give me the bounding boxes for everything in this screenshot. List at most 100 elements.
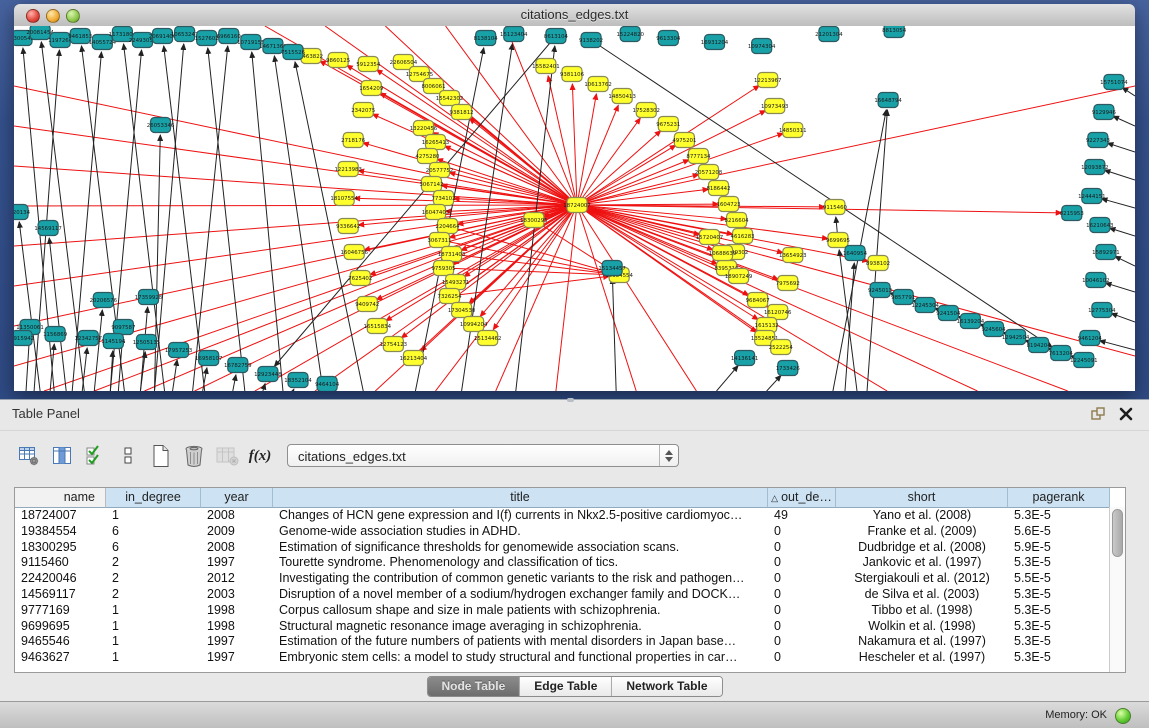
graph-edge[interactable] <box>94 310 102 391</box>
table-cell[interactable]: 0 <box>768 634 836 650</box>
table-cell[interactable]: 5.3E-5 <box>1008 619 1110 635</box>
graph-node[interactable]: 15493271 <box>442 275 469 290</box>
table-cell[interactable]: 9465546 <box>15 634 106 650</box>
table-row[interactable]: 1830029562008Estimation of significance … <box>15 540 1125 556</box>
graph-edge[interactable] <box>464 205 577 277</box>
graph-node[interactable]: 14569117 <box>34 221 61 236</box>
table-selector-dropdown[interactable]: citations_edges.txt <box>287 444 679 467</box>
graph-node[interactable]: 20206576 <box>90 293 118 308</box>
column-header-in_degree[interactable]: in_degree <box>106 488 201 508</box>
select-columns-button[interactable] <box>80 442 110 470</box>
graph-node[interactable]: 7625402 <box>348 271 372 286</box>
graph-node[interactable]: 1733426 <box>776 361 801 376</box>
table-cell[interactable]: 18724007 <box>15 508 106 524</box>
graph-edge[interactable] <box>839 250 857 391</box>
graph-node[interactable]: 21201304 <box>815 27 843 42</box>
table-cell[interactable]: de Silva et al. (2003) <box>836 587 1008 603</box>
table-cell[interactable]: 1 <box>106 603 201 619</box>
graph-node[interactable]: 12775304 <box>1088 303 1116 318</box>
table-cell[interactable]: Disruption of a novel member of a sodium… <box>273 587 768 603</box>
graph-node[interactable]: 14850413 <box>608 89 635 104</box>
graph-node[interactable]: 1640954 <box>843 246 868 261</box>
table-cell[interactable]: 9777169 <box>15 603 106 619</box>
graph-edge[interactable] <box>577 86 1135 205</box>
table-cell[interactable]: Genome-wide association studies in ADHD. <box>273 524 768 540</box>
graph-node[interactable]: 1145194 <box>101 334 126 349</box>
table-cell[interactable]: Hescheler et al. (1997) <box>836 650 1008 666</box>
graph-node[interactable]: 1527602 <box>195 31 219 46</box>
graph-edge[interactable] <box>867 110 887 391</box>
graph-node[interactable]: 9381106 <box>560 67 585 82</box>
graph-node[interactable]: 10994204 <box>460 317 488 332</box>
table-row[interactable]: 911546021997Tourette syndrome. Phenomeno… <box>15 555 1125 571</box>
graph-node[interactable]: 15224820 <box>616 27 644 42</box>
tab-node-table[interactable]: Node Table <box>427 677 520 696</box>
table-cell[interactable]: Estimation of the future numbers of pati… <box>273 634 768 650</box>
graph-edge[interactable] <box>577 94 596 205</box>
graph-node[interactable]: 18352104 <box>284 373 312 388</box>
network-svg[interactable]: 1872400774638229860125591235416542092342… <box>14 26 1135 391</box>
graph-edge[interactable] <box>263 384 265 391</box>
scrollbar-thumb[interactable] <box>1112 509 1123 557</box>
graph-node[interactable]: 14850311 <box>779 123 806 138</box>
graph-edge[interactable] <box>577 174 699 205</box>
table-cell[interactable]: 5.6E-5 <box>1008 524 1110 540</box>
graph-node[interactable]: 16958107 <box>195 351 222 366</box>
graph-node[interactable]: 1604723 <box>717 197 741 212</box>
graph-node[interactable]: 12444151 <box>1078 189 1105 204</box>
table-row[interactable]: 1938455462009Genome-wide association stu… <box>15 524 1125 540</box>
graph-node[interactable]: 2342075 <box>351 103 375 118</box>
graph-node[interactable]: 20577752 <box>426 163 453 178</box>
graph-node[interactable]: 18107554 <box>330 191 358 206</box>
graph-edge[interactable] <box>14 205 577 286</box>
graph-node[interactable]: 9461204 <box>1078 331 1103 346</box>
graph-edge[interactable] <box>496 205 577 391</box>
graph-node[interactable]: 9336642 <box>336 219 360 234</box>
graph-edge[interactable] <box>1102 199 1135 208</box>
table-cell[interactable]: 5.3E-5 <box>1008 603 1110 619</box>
graph-node[interactable]: 16213404 <box>400 351 428 366</box>
graph-node[interactable]: 7520134 <box>14 205 31 220</box>
graph-node[interactable]: 8613104 <box>544 29 569 44</box>
graph-node[interactable]: 15134462 <box>474 331 501 346</box>
delete-table-button[interactable] <box>212 442 242 470</box>
table-cell[interactable]: 5.3E-5 <box>1008 650 1110 666</box>
graph-edge[interactable] <box>1111 313 1135 322</box>
graph-node[interactable]: 8138104 <box>474 31 499 46</box>
graph-node[interactable]: 1654209 <box>359 81 384 96</box>
graph-node[interactable]: 9860125 <box>326 53 350 68</box>
graph-edge[interactable] <box>1122 88 1135 96</box>
graph-edge[interactable] <box>591 40 1052 347</box>
graph-node[interactable]: 3915942 <box>14 331 34 346</box>
graph-node[interactable]: 16210643 <box>1086 218 1113 233</box>
column-visibility-button[interactable] <box>47 442 77 470</box>
table-cell[interactable]: Tibbo et al. (1998) <box>836 603 1008 619</box>
network-window[interactable]: citations_edges.txt 18724007746382298601… <box>14 4 1135 391</box>
graph-edge[interactable] <box>1107 143 1135 152</box>
table-cell[interactable]: 1998 <box>201 603 273 619</box>
graph-edge[interactable] <box>1109 228 1135 236</box>
delete-column-button[interactable] <box>179 442 209 470</box>
graph-node[interactable]: 16648794 <box>874 93 902 108</box>
graph-node[interactable]: 16046756 <box>340 245 368 260</box>
row-height-button[interactable] <box>113 442 143 470</box>
graph-node[interactable]: 9613304 <box>656 31 681 46</box>
graph-node[interactable]: 12505135 <box>133 335 160 350</box>
table-cell[interactable]: Jankovic et al. (1997) <box>836 555 1008 571</box>
graph-node[interactable]: 13654923 <box>779 248 806 263</box>
new-column-button[interactable] <box>146 442 176 470</box>
graph-node[interactable]: 16515834 <box>364 319 392 334</box>
graph-edge[interactable] <box>717 366 739 391</box>
graph-edge[interactable] <box>164 46 205 391</box>
graph-edge[interactable] <box>845 263 854 391</box>
vertical-scrollbar[interactable] <box>1109 507 1125 672</box>
graph-node[interactable]: 15542302 <box>436 91 463 106</box>
table-cell[interactable]: 0 <box>768 619 836 635</box>
graph-node[interactable]: 9675231 <box>656 117 680 132</box>
graph-node[interactable]: 10613762 <box>584 77 611 92</box>
graph-edge[interactable] <box>193 46 228 391</box>
graph-node[interactable]: 3067311 <box>427 233 451 248</box>
graph-node[interactable]: 12213983 <box>334 162 361 177</box>
table-cell[interactable]: 1997 <box>201 634 273 650</box>
graph-node[interactable]: 4275280 <box>415 149 440 164</box>
